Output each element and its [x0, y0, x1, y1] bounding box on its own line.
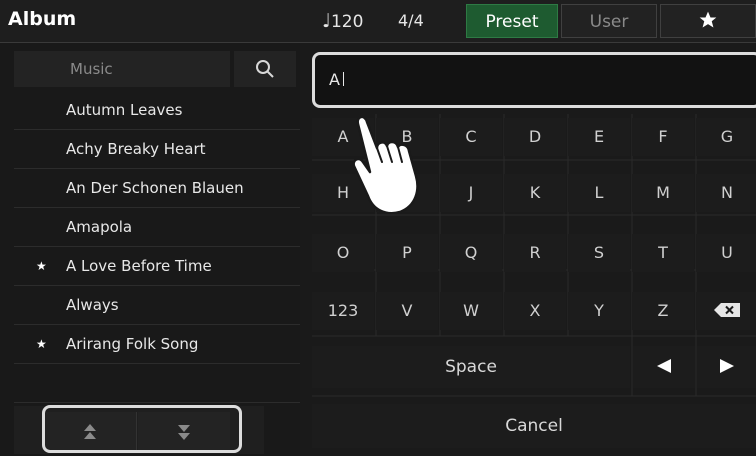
key-w[interactable]: W	[440, 292, 502, 330]
search-icon	[256, 60, 274, 78]
key-x[interactable]: X	[504, 292, 566, 330]
tab-preset[interactable]: Preset	[466, 4, 558, 38]
key-l[interactable]: L	[568, 174, 630, 212]
key-y[interactable]: Y	[568, 292, 630, 330]
key-q[interactable]: Q	[440, 234, 502, 272]
key-e[interactable]: E	[568, 118, 630, 156]
key-t[interactable]: T	[632, 234, 694, 272]
text-caret	[342, 72, 344, 86]
key-u[interactable]: U	[696, 234, 756, 272]
list-item[interactable]: Autumn Leaves	[14, 91, 300, 130]
list-item-empty	[14, 364, 300, 403]
song-list: Autumn Leaves Achy Breaky Heart An Der S…	[14, 91, 300, 403]
key-f[interactable]: F	[632, 118, 694, 156]
backspace-key[interactable]	[696, 292, 756, 330]
list-item[interactable]: Always	[14, 286, 300, 325]
key-s[interactable]: S	[568, 234, 630, 272]
key-z[interactable]: Z	[632, 292, 694, 330]
search-button[interactable]	[234, 51, 296, 87]
key-m[interactable]: M	[632, 174, 694, 212]
star-icon	[699, 11, 717, 28]
favorite-star-icon: ★	[36, 259, 47, 273]
tempo-display[interactable]: ♩120	[322, 10, 363, 32]
key-c[interactable]: C	[440, 118, 502, 156]
arrow-right-icon	[719, 359, 734, 373]
cursor-left-key[interactable]	[633, 346, 695, 388]
key-123[interactable]: 123	[312, 292, 374, 330]
key-o[interactable]: O	[312, 234, 374, 272]
list-item[interactable]: Achy Breaky Heart	[14, 130, 300, 169]
list-item[interactable]: An Der Schonen Blauen	[14, 169, 300, 208]
favorite-star-icon: ★	[36, 337, 47, 351]
backspace-icon	[714, 303, 740, 317]
space-key[interactable]: Space	[312, 346, 630, 388]
music-note-icon: ♩	[322, 10, 331, 32]
tab-user[interactable]: User	[561, 4, 657, 38]
top-bar: Album ♩120 4/4 Preset User	[0, 0, 756, 43]
search-input[interactable]: A	[312, 52, 756, 108]
song-list-panel: Music Autumn Leaves Achy Breaky Heart An…	[0, 43, 300, 456]
tempo-value: 120	[330, 12, 364, 32]
search-input-value: A	[329, 70, 340, 89]
list-item[interactable]: ★ Arirang Folk Song	[14, 325, 300, 364]
key-v[interactable]: V	[376, 292, 438, 330]
list-item[interactable]: ★ A Love Before Time	[14, 247, 300, 286]
arrow-left-icon	[657, 359, 671, 373]
key-d[interactable]: D	[504, 118, 566, 156]
key-g[interactable]: G	[696, 118, 756, 156]
tab-favorites[interactable]	[660, 4, 756, 38]
list-header: Music	[14, 51, 230, 87]
key-n[interactable]: N	[696, 174, 756, 212]
key-r[interactable]: R	[504, 234, 566, 272]
nav-highlight-annotation	[42, 405, 242, 453]
pointing-hand-icon	[352, 115, 419, 215]
cancel-button[interactable]: Cancel	[312, 404, 756, 448]
key-p[interactable]: P	[376, 234, 438, 272]
cursor-right-key[interactable]	[697, 346, 756, 388]
page-title: Album	[8, 8, 77, 30]
key-j[interactable]: J	[440, 174, 502, 212]
time-signature[interactable]: 4/4	[398, 11, 424, 30]
key-k[interactable]: K	[504, 174, 566, 212]
list-item[interactable]: Amapola	[14, 208, 300, 247]
